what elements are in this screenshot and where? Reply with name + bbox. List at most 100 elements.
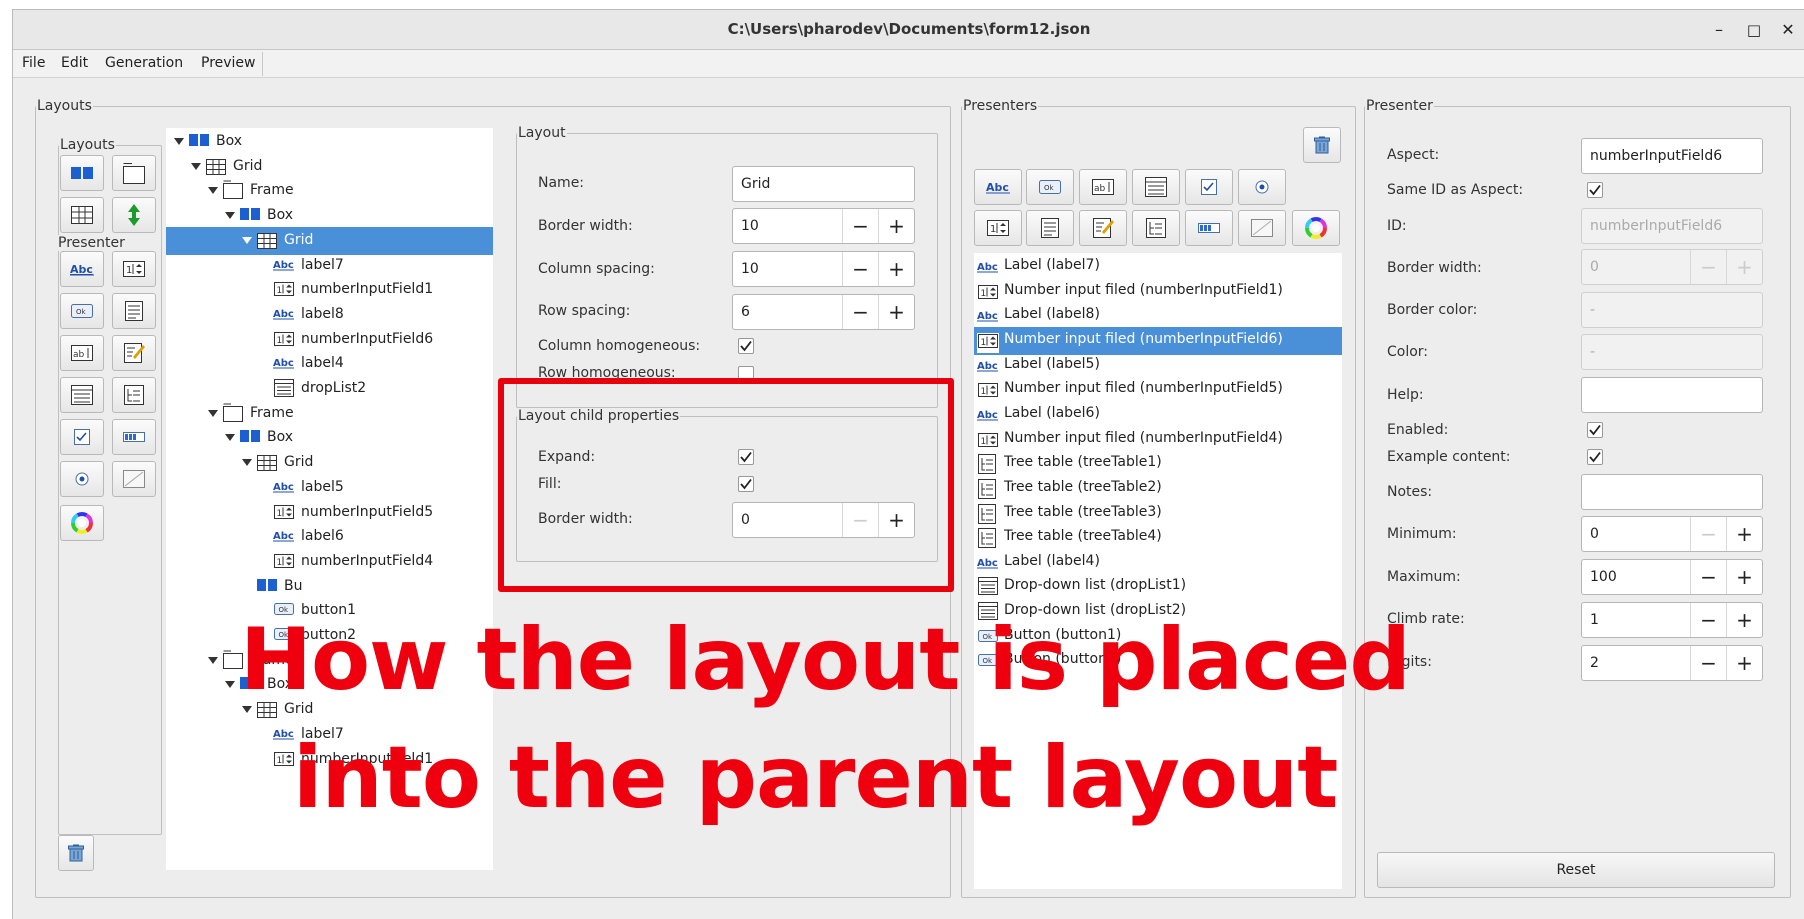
presenter-add-color-button[interactable] [1292, 210, 1340, 246]
presenter-add-text-input-button[interactable]: ab [1079, 169, 1127, 205]
increment-button[interactable]: + [878, 295, 914, 329]
expand-arrow-icon[interactable] [208, 187, 218, 194]
increment-button[interactable]: + [878, 209, 914, 243]
expand-arrow-icon[interactable] [225, 212, 235, 219]
add-grid-button[interactable] [60, 197, 104, 233]
expand-arrow-icon[interactable] [208, 410, 218, 417]
maximize-button[interactable]: □ [1741, 19, 1767, 41]
expand-arrow-icon[interactable] [242, 237, 252, 244]
menu-file[interactable]: File [22, 55, 45, 71]
presenter-add-number-input-button[interactable]: 1 [974, 210, 1022, 246]
increment-button[interactable]: + [1726, 517, 1762, 551]
menu-edit[interactable]: Edit [61, 55, 88, 71]
presenter-add-checkbox-button[interactable] [1185, 169, 1233, 205]
presenter-add-list-button[interactable] [1026, 210, 1074, 246]
increment-button[interactable]: + [1726, 603, 1762, 637]
notes-input[interactable] [1581, 474, 1763, 510]
presenter-add-progress-button[interactable] [1185, 210, 1233, 246]
tree-node[interactable]: 1 numberInputField1 [166, 276, 493, 304]
add-tree-table-button[interactable] [112, 377, 156, 413]
add-text-input-button[interactable]: ab [60, 335, 104, 371]
aspect-input[interactable]: numberInputField6 [1581, 138, 1763, 174]
add-box-button[interactable] [60, 155, 104, 191]
minimize-button[interactable]: – [1706, 19, 1732, 41]
add-progress-button[interactable] [112, 419, 156, 455]
decrement-button[interactable]: − [1690, 646, 1726, 680]
tree-node[interactable]: Box [166, 128, 493, 156]
tree-node[interactable]: Grid [166, 227, 493, 255]
maximum-stepper[interactable]: 100 − + [1581, 559, 1763, 595]
tree-node[interactable]: Box [166, 424, 493, 452]
increment-button[interactable]: + [1726, 250, 1762, 284]
presenter-add-dropdown-button[interactable] [1132, 169, 1180, 205]
reset-button[interactable]: Reset [1377, 852, 1775, 888]
list-item[interactable]: Tree table (treeTable1) [974, 450, 1342, 478]
tree-node[interactable]: dropList2 [166, 375, 493, 403]
move-button[interactable] [112, 197, 156, 233]
add-button-button[interactable]: Ok [60, 293, 104, 329]
add-frame-button[interactable] [112, 155, 156, 191]
tree-node[interactable]: Box [166, 202, 493, 230]
increment-button[interactable]: + [1726, 560, 1762, 594]
add-checkbox-button[interactable] [60, 419, 104, 455]
presenter-add-radio-button[interactable] [1238, 169, 1286, 205]
decrement-button[interactable]: − [1690, 517, 1726, 551]
add-radio-button[interactable] [60, 461, 104, 497]
add-label-button[interactable]: Abc [60, 251, 104, 287]
help-input[interactable] [1581, 377, 1763, 413]
layout-name-input[interactable]: Grid [732, 166, 915, 202]
add-image-button[interactable] [112, 461, 156, 497]
column-spacing-stepper[interactable]: 10 − + [732, 251, 915, 287]
tree-node[interactable]: Abc label8 [166, 301, 493, 329]
expand-arrow-icon[interactable] [225, 681, 235, 688]
add-number-input-button[interactable]: 1 [112, 251, 156, 287]
minimum-stepper[interactable]: 0 − + [1581, 516, 1763, 552]
add-color-button[interactable] [60, 505, 104, 541]
border-color-input[interactable]: - [1581, 292, 1763, 328]
expand-arrow-icon[interactable] [208, 657, 218, 664]
presenter-add-tree-table-button[interactable] [1132, 210, 1180, 246]
tree-node[interactable]: Abc label4 [166, 350, 493, 378]
layout-border-width-stepper[interactable]: 10 − + [732, 208, 915, 244]
presenter-add-image-button[interactable] [1238, 210, 1286, 246]
column-homogeneous-checkbox[interactable] [738, 338, 754, 354]
decrement-button[interactable]: − [1690, 603, 1726, 637]
decrement-button[interactable]: − [842, 209, 878, 243]
add-dropdown-button[interactable] [60, 377, 104, 413]
color-input[interactable]: - [1581, 334, 1763, 370]
add-list-button[interactable] [112, 293, 156, 329]
climb-rate-stepper[interactable]: 1 − + [1581, 602, 1763, 638]
delete-presenter-button[interactable] [1303, 127, 1341, 163]
delete-layout-button[interactable] [58, 835, 94, 871]
menu-generation[interactable]: Generation [105, 55, 183, 71]
add-text-area-button[interactable] [112, 335, 156, 371]
list-item[interactable]: 1 Number input filed (numberInputField5) [974, 376, 1342, 404]
id-input[interactable]: numberInputField6 [1581, 208, 1763, 244]
example-content-checkbox[interactable] [1587, 449, 1603, 465]
enabled-checkbox[interactable] [1587, 422, 1603, 438]
list-item[interactable]: Tree table (treeTable2) [974, 475, 1342, 503]
expand-arrow-icon[interactable] [242, 459, 252, 466]
list-item[interactable]: 1 Number input filed (numberInputField6) [974, 327, 1342, 355]
list-item[interactable]: Abc Label (label6) [974, 401, 1342, 429]
tree-node[interactable]: Abc label6 [166, 523, 493, 551]
decrement-button[interactable]: − [842, 295, 878, 329]
presenter-add-label-button[interactable]: Abc [974, 169, 1022, 205]
row-spacing-stepper[interactable]: 6 − + [732, 294, 915, 330]
list-item[interactable]: Drop-down list (dropList1) [974, 573, 1342, 601]
presenter-border-width-stepper[interactable]: 0 − + [1581, 249, 1763, 285]
decrement-button[interactable]: − [1690, 560, 1726, 594]
list-item[interactable]: Abc Label (label8) [974, 302, 1342, 330]
increment-button[interactable]: + [878, 252, 914, 286]
presenter-add-button-button[interactable]: Ok [1026, 169, 1074, 205]
presenter-add-text-area-button[interactable] [1079, 210, 1127, 246]
expand-arrow-icon[interactable] [174, 138, 184, 145]
digits-stepper[interactable]: 2 − + [1581, 645, 1763, 681]
decrement-button[interactable]: − [842, 252, 878, 286]
increment-button[interactable]: + [1726, 646, 1762, 680]
decrement-button[interactable]: − [1690, 250, 1726, 284]
menu-preview[interactable]: Preview [201, 55, 256, 71]
list-item[interactable]: Tree table (treeTable4) [974, 524, 1342, 552]
close-button[interactable]: ✕ [1775, 19, 1801, 41]
tree-node[interactable]: Grid [166, 449, 493, 477]
